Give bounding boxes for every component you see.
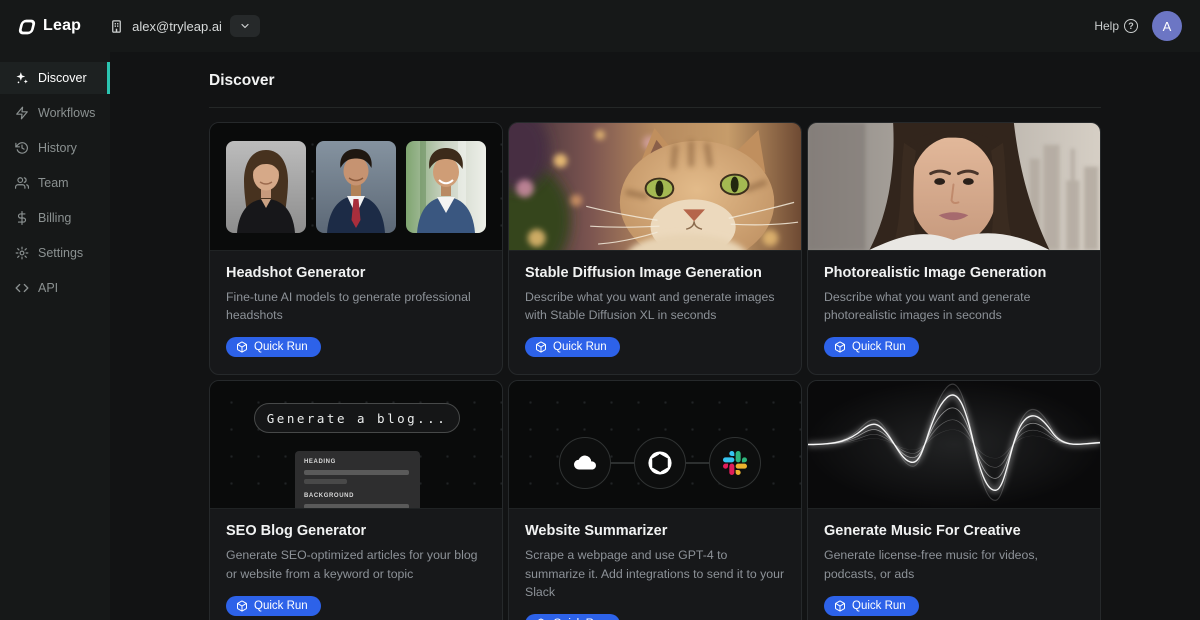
card-description: Fine-tune AI models to generate professi…: [226, 288, 486, 324]
headshot-photo-2: [316, 141, 396, 233]
placeholder-bar: [304, 504, 409, 509]
openai-node: [634, 437, 686, 489]
openai-icon: [645, 448, 675, 478]
card-seo-blog-generator[interactable]: Generate a blog... HEADING BACKGROUND SE…: [209, 380, 503, 620]
sidebar-item-label: Workflows: [38, 106, 95, 120]
card-thumbnail-blog-mock: Generate a blog... HEADING BACKGROUND: [210, 381, 502, 509]
card-description: Generate SEO-optimized articles for your…: [226, 546, 486, 582]
cloud-icon: [572, 450, 598, 476]
gear-icon: [15, 246, 29, 260]
card-headshot-generator[interactable]: Headshot Generator Fine-tune AI models t…: [209, 122, 503, 375]
quick-run-label: Quick Run: [254, 600, 308, 612]
building-icon: [109, 19, 124, 34]
sidebar-item-label: API: [38, 281, 58, 295]
sidebar-item-api[interactable]: API: [0, 272, 110, 304]
sidebar-item-history[interactable]: History: [0, 132, 110, 164]
quick-run-label: Quick Run: [852, 600, 906, 612]
leap-logo-icon: [18, 17, 36, 35]
avatar[interactable]: A: [1152, 11, 1182, 41]
placeholder-bar: [304, 479, 347, 484]
account-switcher[interactable]: alex@tryleap.ai: [109, 19, 222, 34]
divider: [209, 107, 1101, 108]
quick-run-label: Quick Run: [553, 341, 607, 353]
dollar-icon: [15, 211, 29, 225]
card-stable-diffusion[interactable]: Stable Diffusion Image Generation Descri…: [508, 122, 802, 375]
card-generate-music[interactable]: Generate Music For Creative Generate lic…: [807, 380, 1101, 620]
card-thumbnail-headshots: [210, 123, 502, 251]
quick-run-button[interactable]: Quick Run: [824, 596, 919, 616]
card-title: Website Summarizer: [525, 523, 785, 539]
quick-run-button[interactable]: Quick Run: [525, 337, 620, 357]
card-thumbnail-pipeline: [509, 381, 801, 509]
sidebar-item-settings[interactable]: Settings: [0, 237, 110, 269]
quick-run-label: Quick Run: [852, 341, 906, 353]
quick-run-label: Quick Run: [254, 341, 308, 353]
help-button[interactable]: Help ?: [1094, 19, 1138, 33]
sidebar-item-label: Billing: [38, 211, 71, 225]
card-description: Describe what you want and generate imag…: [525, 288, 785, 324]
sidebar-item-billing[interactable]: Billing: [0, 202, 110, 234]
panel-label-heading: HEADING: [304, 459, 411, 465]
quick-run-button[interactable]: Quick Run: [226, 596, 321, 616]
account-dropdown-button[interactable]: [230, 15, 260, 37]
sparkles-icon: [15, 71, 29, 85]
card-title: Headshot Generator: [226, 265, 486, 281]
team-icon: [15, 176, 29, 190]
card-description: Describe what you want and generate phot…: [824, 288, 1084, 324]
topbar: Leap alex@tryleap.ai Help ? A: [0, 0, 1200, 52]
sidebar-item-label: Team: [38, 176, 69, 190]
card-thumbnail-cat: [509, 123, 801, 251]
sidebar: Discover Workflows History Team: [0, 52, 110, 620]
history-clock-icon: [15, 141, 29, 155]
quick-run-button[interactable]: Quick Run: [824, 337, 919, 357]
card-description: Scrape a webpage and use GPT-4 to summar…: [525, 546, 785, 601]
blog-settings-panel: HEADING BACKGROUND: [295, 451, 420, 509]
help-question-icon: ?: [1124, 19, 1138, 33]
cube-icon: [834, 600, 846, 612]
headshot-photo-3: [406, 141, 486, 233]
lightning-icon: [15, 106, 29, 120]
sidebar-item-workflows[interactable]: Workflows: [0, 97, 110, 129]
slack-icon: [723, 451, 747, 475]
sidebar-item-label: History: [38, 141, 77, 155]
cube-icon: [535, 341, 547, 353]
sidebar-item-discover[interactable]: Discover: [0, 62, 110, 94]
help-label: Help: [1094, 19, 1119, 33]
blog-prompt-text: Generate a blog...: [267, 411, 447, 426]
sidebar-item-team[interactable]: Team: [0, 167, 110, 199]
card-thumbnail-waveform: [808, 381, 1100, 509]
placeholder-bar: [304, 470, 409, 475]
slack-node: [709, 437, 761, 489]
card-title: SEO Blog Generator: [226, 523, 486, 539]
cloud-node: [559, 437, 611, 489]
panel-label-background: BACKGROUND: [304, 493, 411, 499]
headshot-photo-1: [226, 141, 306, 233]
main-content: Discover: [110, 52, 1200, 620]
quick-run-button[interactable]: Quick Run: [226, 337, 321, 357]
brand-name: Leap: [43, 17, 81, 35]
card-title: Stable Diffusion Image Generation: [525, 265, 785, 281]
sidebar-item-label: Settings: [38, 246, 83, 260]
account-email: alex@tryleap.ai: [132, 19, 222, 34]
card-website-summarizer[interactable]: Website Summarizer Scrape a webpage and …: [508, 380, 802, 620]
page-title: Discover: [209, 72, 1101, 90]
cube-icon: [236, 600, 248, 612]
card-thumbnail-woman: [808, 123, 1100, 251]
card-description: Generate license-free music for videos, …: [824, 546, 1084, 582]
blog-prompt-pill: Generate a blog...: [254, 403, 460, 433]
card-photorealistic[interactable]: Photorealistic Image Generation Describe…: [807, 122, 1101, 375]
cube-icon: [236, 341, 248, 353]
brand[interactable]: Leap: [18, 17, 81, 35]
sidebar-item-label: Discover: [38, 71, 87, 85]
cube-icon: [834, 341, 846, 353]
card-title: Photorealistic Image Generation: [824, 265, 1084, 281]
code-icon: [15, 281, 29, 295]
card-grid: Headshot Generator Fine-tune AI models t…: [209, 122, 1101, 620]
quick-run-button[interactable]: Quick Run: [525, 614, 620, 620]
card-title: Generate Music For Creative: [824, 523, 1084, 539]
waveform-graphic: [808, 381, 1100, 508]
chevron-down-icon: [239, 20, 251, 32]
